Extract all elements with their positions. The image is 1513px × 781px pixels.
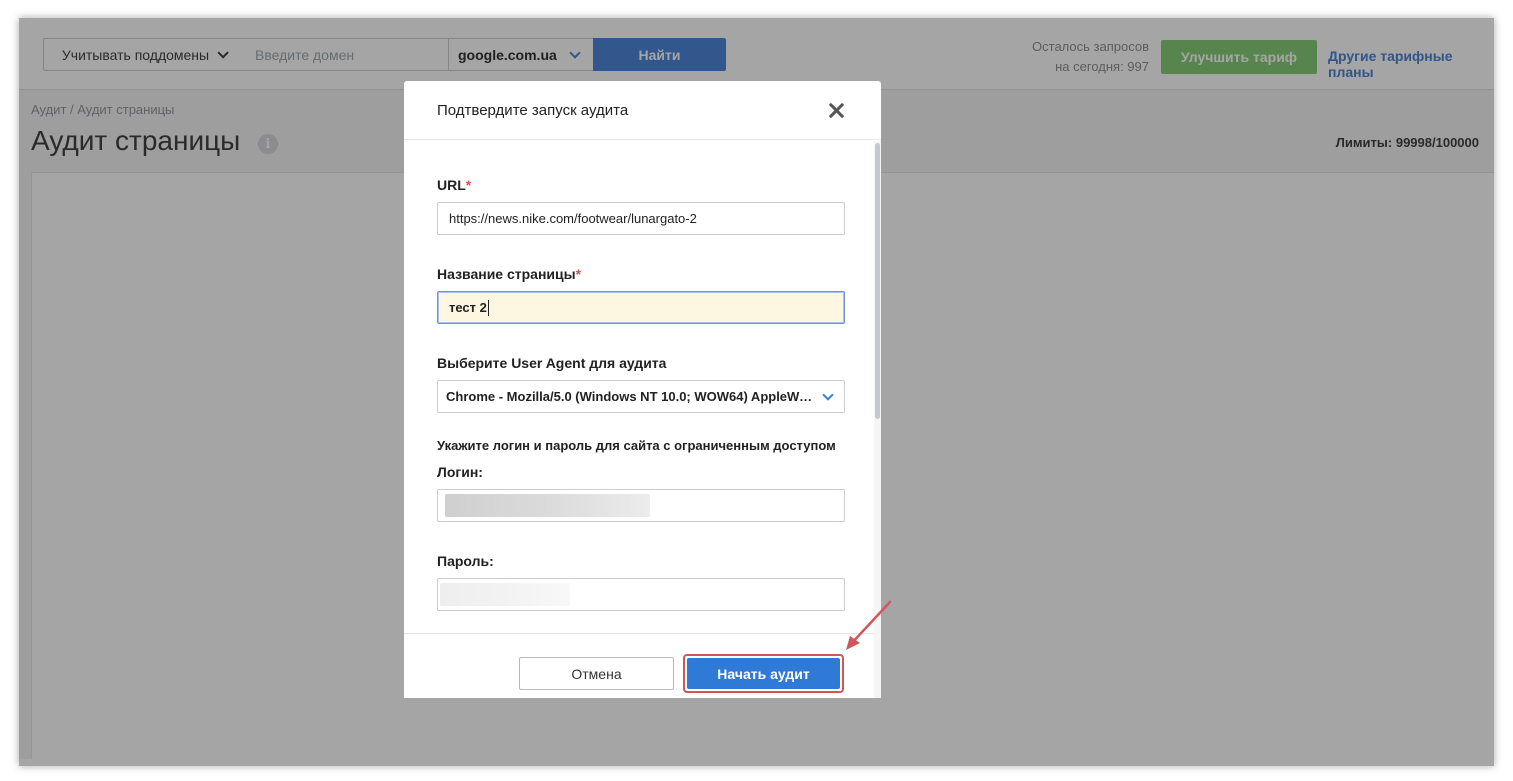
required-mark: * [575,266,582,282]
page-name-input[interactable]: тест 2 [437,291,845,324]
modal-title: Подтвердите запуск аудита [437,102,629,119]
confirm-audit-modal: Подтвердите запуск аудита URL* https://n… [404,81,881,698]
annotation-arrow-icon [846,600,892,650]
page-name-label: Название страницы* [437,266,581,282]
modal-header: Подтвердите запуск аудита [404,81,881,140]
modal-scrollbar-thumb[interactable] [875,143,880,419]
url-input-value: https://news.nike.com/footwear/lunargato… [449,211,697,226]
chevron-down-icon [822,389,834,401]
page-name-input-value: тест 2 [449,300,487,315]
credentials-hint: Укажите логин и пароль для сайта с огран… [437,438,836,453]
login-autofill-blur [445,494,650,517]
login-input[interactable] [437,489,845,522]
url-label: URL* [437,177,471,193]
start-audit-button[interactable]: Начать аудит [687,658,840,689]
url-input[interactable]: https://news.nike.com/footwear/lunargato… [437,202,845,235]
close-icon[interactable] [828,102,844,118]
page-name-label-text: Название страницы [437,266,576,282]
password-autofill-blur [440,583,570,606]
text-caret [487,299,489,316]
password-label: Пароль: [437,553,494,569]
password-input[interactable] [437,578,845,611]
user-agent-label: Выберите User Agent для аудита [437,355,667,371]
user-agent-value: Chrome - Mozilla/5.0 (Windows NT 10.0; W… [446,389,814,404]
required-mark: * [465,177,472,193]
url-label-text: URL [437,177,466,193]
user-agent-select[interactable]: Chrome - Mozilla/5.0 (Windows NT 10.0; W… [437,380,845,413]
cancel-button[interactable]: Отмена [519,657,674,690]
modal-footer: Отмена Начать аудит [404,633,874,698]
login-label: Логин: [437,464,483,480]
start-button-highlight: Начать аудит [683,654,844,693]
